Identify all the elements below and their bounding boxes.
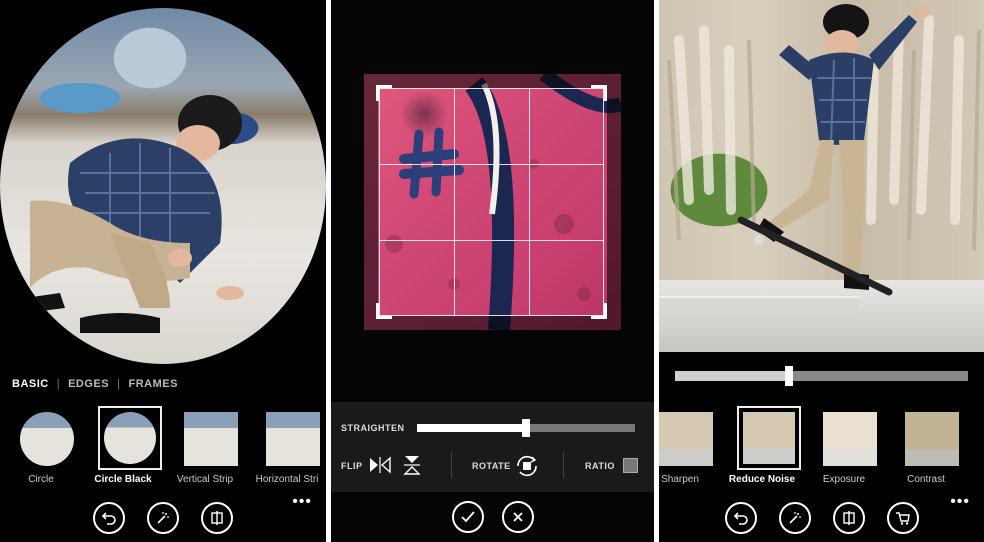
adjustment-slider-fill — [675, 371, 789, 381]
crop-grid-line — [603, 88, 604, 316]
frame-option-circle-black[interactable]: Circle Black — [82, 404, 164, 485]
adjustment-option-contrast[interactable]: Contrast — [885, 404, 967, 485]
adjustment-slider[interactable] — [675, 366, 968, 386]
tab-separator: | — [117, 378, 121, 390]
frame-option-label: Circle Black — [94, 474, 152, 485]
flip-vertical-icon[interactable] — [403, 454, 421, 476]
adjustment-option-label: Exposure — [822, 474, 866, 485]
tab-separator: | — [56, 378, 61, 390]
cart-icon — [895, 512, 910, 525]
app-bar — [659, 494, 984, 542]
screen-frames: BASIC | EDGES | FRAMES Circle Circle Bla… — [0, 0, 326, 542]
thumbnail-image — [266, 412, 320, 466]
screen-adjustments: Sharpen Reduce Noise Exposure Contrast •… — [659, 0, 984, 542]
crop-grid-line — [529, 88, 530, 316]
straighten-slider[interactable] — [417, 419, 635, 437]
frame-option-horizontal-strip[interactable]: Horizontal Stri — [246, 404, 326, 485]
thumbnail-image — [184, 412, 238, 466]
undo-icon — [733, 512, 748, 525]
adjustment-option-label: Contrast — [907, 474, 945, 485]
adjustment-option-reduce-noise[interactable]: Reduce Noise — [721, 404, 803, 485]
crop-grid-line — [379, 240, 604, 241]
rotate-icon[interactable] — [514, 453, 540, 479]
undo-button[interactable] — [93, 502, 125, 534]
frame-option-label: Horizontal Stri — [255, 474, 319, 485]
crop-grid-line — [454, 88, 455, 316]
crop-handle-bottom-right[interactable] — [591, 303, 607, 319]
thumbnail-image — [743, 412, 795, 464]
skater-crouching-image — [30, 95, 244, 333]
cancel-button[interactable] — [501, 501, 534, 533]
frame-option-vertical-strip[interactable]: Vertical Strip — [164, 404, 246, 485]
tab-edges[interactable]: EDGES — [68, 378, 109, 390]
check-icon — [460, 511, 475, 523]
confirm-button[interactable] — [451, 501, 484, 533]
adjustment-slider-thumb[interactable] — [785, 366, 793, 386]
photo-preview-circle — [0, 8, 326, 364]
close-icon — [512, 512, 523, 522]
crop-controls-panel: STRAIGHTEN FLIP ROTATE RATIO — [331, 402, 654, 492]
compare-button[interactable] — [832, 502, 865, 534]
rotate-label: ROTATE — [472, 461, 511, 471]
crop-grid-line — [379, 315, 604, 316]
crop-handle-top-right[interactable] — [591, 85, 607, 101]
crop-handle-top-left[interactable] — [376, 85, 392, 101]
undo-icon — [101, 512, 116, 525]
crop-action-bar — [331, 492, 654, 542]
frame-option-circle[interactable]: Circle — [0, 404, 82, 485]
crop-grid-line — [379, 88, 604, 89]
flip-horizontal-icon[interactable] — [368, 456, 392, 474]
shop-button[interactable] — [886, 502, 919, 534]
magic-wand-icon — [788, 512, 801, 524]
thumbnail-image — [104, 412, 156, 464]
screen-crop: STRAIGHTEN FLIP ROTATE RATIO — [331, 0, 654, 542]
tab-basic[interactable]: BASIC — [12, 378, 49, 390]
magic-wand-icon — [157, 512, 169, 524]
flip-label: FLIP — [341, 461, 363, 471]
thumbnail-image — [823, 412, 877, 466]
thumbnail-image — [659, 412, 713, 466]
auto-fix-button[interactable] — [778, 502, 811, 534]
app-bar — [0, 494, 326, 542]
thumbnail-image — [20, 412, 74, 466]
adjustment-option-label: Reduce Noise — [728, 474, 796, 485]
compare-icon — [211, 511, 223, 525]
divider — [563, 452, 564, 478]
crop-grid-line — [379, 164, 604, 165]
straighten-slider-fill — [417, 424, 526, 432]
frame-category-tabs: BASIC | EDGES | FRAMES — [12, 378, 178, 390]
adjustment-option-sharpen[interactable]: Sharpen — [659, 404, 721, 485]
compare-icon — [842, 511, 855, 525]
frame-option-label: Vertical Strip — [176, 474, 234, 485]
crop-handle-bottom-left[interactable] — [376, 303, 392, 319]
ratio-label: RATIO — [585, 461, 615, 471]
auto-fix-button[interactable] — [147, 502, 179, 534]
adjustment-option-exposure[interactable]: Exposure — [803, 404, 885, 485]
straighten-slider-thumb[interactable] — [522, 419, 530, 437]
photo-preview — [659, 0, 984, 352]
ratio-icon[interactable] — [623, 458, 638, 473]
compare-button[interactable] — [201, 502, 233, 534]
thumbnail-image — [905, 412, 959, 466]
adjustment-option-label: Sharpen — [661, 474, 699, 485]
skater-jumping-image — [737, 4, 930, 305]
tab-frames[interactable]: FRAMES — [128, 378, 177, 390]
crop-selection[interactable] — [376, 85, 607, 319]
adjustment-thumbnail-strip: Sharpen Reduce Noise Exposure Contrast — [659, 404, 967, 485]
straighten-label: STRAIGHTEN — [341, 423, 405, 433]
frame-option-label: Circle — [28, 474, 54, 485]
frame-thumbnail-strip: Circle Circle Black Vertical Strip Horiz… — [0, 404, 326, 485]
undo-button[interactable] — [724, 502, 757, 534]
crop-grid-line — [379, 88, 380, 316]
divider — [451, 452, 452, 478]
